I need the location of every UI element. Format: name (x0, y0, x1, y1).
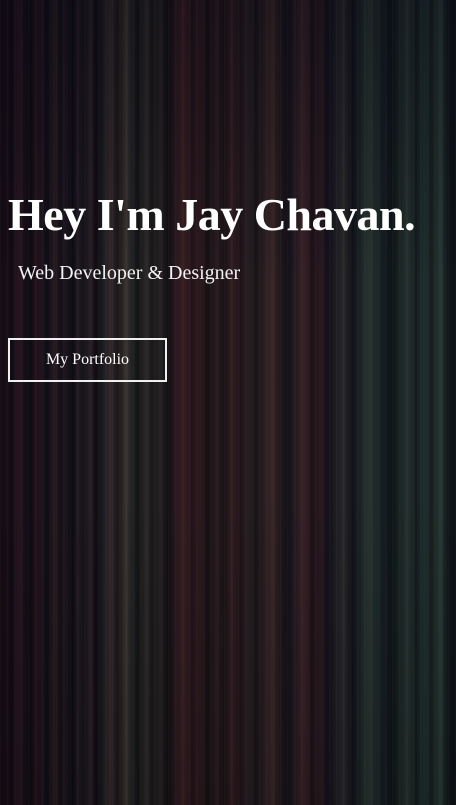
hero-section: Hey I'm Jay Chavan. Web Developer & Desi… (0, 0, 456, 805)
hero-title: Hey I'm Jay Chavan. (8, 189, 416, 240)
hero-subtitle: Web Developer & Designer (18, 262, 241, 284)
portfolio-button[interactable]: My Portfolio (8, 338, 167, 382)
